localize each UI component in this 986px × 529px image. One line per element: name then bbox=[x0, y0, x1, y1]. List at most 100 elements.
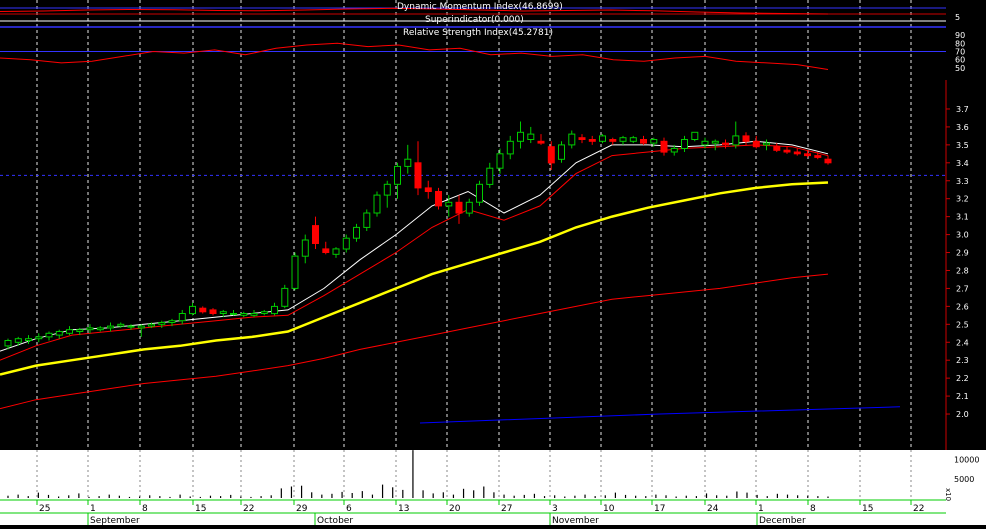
candle-body bbox=[660, 140, 668, 153]
candle-body bbox=[506, 140, 514, 155]
price-tick-label: 2.4 bbox=[956, 338, 969, 347]
day-tick-label: 24 bbox=[707, 504, 719, 514]
day-tick-label: 13 bbox=[398, 504, 409, 514]
month-tick-label: November bbox=[552, 516, 599, 525]
candle-body bbox=[127, 325, 135, 328]
candle-body bbox=[199, 307, 207, 313]
candle-body bbox=[66, 329, 73, 334]
candle-body bbox=[435, 191, 442, 207]
volume-panel-bg bbox=[0, 450, 946, 500]
day-tick-label: 25 bbox=[39, 504, 50, 514]
candle-body bbox=[25, 338, 32, 342]
candle-body bbox=[547, 146, 555, 164]
candle-body bbox=[650, 139, 658, 144]
candle-body bbox=[537, 140, 545, 144]
candle-body bbox=[45, 332, 53, 338]
volume-tick-label: 10000 bbox=[954, 456, 979, 465]
candle-body bbox=[260, 311, 268, 315]
candle-body bbox=[609, 139, 617, 142]
candle-body bbox=[158, 322, 166, 325]
candle-body bbox=[14, 338, 22, 343]
candle-body bbox=[373, 194, 381, 214]
candle-body bbox=[4, 340, 12, 347]
candle-body bbox=[496, 153, 504, 169]
price-tick-label: 3.6 bbox=[956, 123, 969, 132]
candle-body bbox=[691, 131, 699, 141]
candle-body bbox=[96, 327, 104, 331]
candle-body bbox=[342, 237, 350, 250]
candle-body bbox=[773, 146, 781, 151]
candle-body bbox=[76, 329, 84, 333]
rsi-label: Relative Strength Index(45.2781) bbox=[403, 28, 553, 38]
candle-body bbox=[353, 226, 360, 239]
candle-body bbox=[117, 323, 125, 327]
day-tick-label: 15 bbox=[195, 504, 206, 514]
price-tick-label: 2.7 bbox=[956, 284, 969, 293]
price-tick-label: 3.0 bbox=[956, 231, 969, 240]
candle-body bbox=[517, 131, 524, 142]
price-tick-label: 3.2 bbox=[956, 195, 969, 204]
dmi-tick-label: 5 bbox=[955, 13, 960, 22]
candle-body bbox=[804, 153, 811, 157]
candle-body bbox=[465, 201, 473, 214]
day-tick-label: 27 bbox=[501, 504, 512, 514]
month-tick-label: December bbox=[759, 516, 806, 525]
day-tick-label: 10 bbox=[603, 504, 615, 514]
candle-body bbox=[107, 325, 114, 329]
day-tick-label: 8 bbox=[810, 504, 816, 514]
candle-body bbox=[148, 323, 155, 327]
day-tick-label: 15 bbox=[862, 504, 873, 514]
candle-body bbox=[322, 248, 330, 253]
candle-body bbox=[312, 225, 319, 245]
candle-body bbox=[281, 287, 289, 307]
candle-body bbox=[209, 309, 217, 314]
candle-body bbox=[640, 139, 647, 144]
candle-body bbox=[732, 135, 740, 146]
day-tick-label: 22 bbox=[243, 504, 254, 514]
rsi-tick-label: 50 bbox=[955, 64, 965, 73]
price-tick-label: 2.8 bbox=[956, 267, 969, 276]
candle-body bbox=[763, 142, 770, 146]
day-tick-label: 22 bbox=[913, 504, 924, 514]
volume-unit-label: x10 bbox=[944, 488, 952, 501]
candle-body bbox=[588, 139, 596, 142]
price-tick-label: 2.2 bbox=[956, 374, 969, 383]
candle-body bbox=[629, 137, 637, 142]
price-tick-label: 2.5 bbox=[956, 320, 969, 329]
day-tick-label: 3 bbox=[552, 504, 558, 514]
day-tick-label: 1 bbox=[90, 504, 96, 514]
candle-body bbox=[722, 142, 729, 146]
candle-body bbox=[168, 320, 176, 324]
candle-body bbox=[558, 144, 565, 160]
price-tick-label: 3.4 bbox=[956, 159, 969, 168]
candle-body bbox=[783, 149, 791, 153]
dmi-label: Dynamic Momentum Index(46.8699) bbox=[397, 2, 563, 12]
candle-body bbox=[711, 140, 719, 144]
day-tick-label: 20 bbox=[449, 504, 461, 514]
day-tick-label: 29 bbox=[296, 504, 308, 514]
price-tick-label: 3.1 bbox=[956, 213, 969, 222]
candle-body bbox=[527, 133, 535, 141]
price-tick-label: 3.7 bbox=[956, 105, 969, 114]
candle-body bbox=[178, 313, 186, 322]
price-tick-label: 2.3 bbox=[956, 356, 969, 365]
day-tick-label: 17 bbox=[654, 504, 665, 514]
candle-body bbox=[599, 135, 606, 142]
candle-body bbox=[230, 313, 237, 315]
candle-body bbox=[86, 327, 94, 331]
candle-body bbox=[291, 255, 299, 289]
month-tick-label: September bbox=[90, 516, 140, 525]
price-tick-label: 2.9 bbox=[956, 249, 969, 258]
candle-body bbox=[394, 165, 401, 185]
stock-chart: 908070605053.73.63.53.43.33.23.13.02.92.… bbox=[0, 0, 986, 526]
candle-body bbox=[619, 137, 627, 142]
candle-body bbox=[701, 140, 709, 146]
candle-body bbox=[35, 336, 43, 340]
candle-body bbox=[424, 187, 432, 192]
candle-body bbox=[455, 201, 463, 214]
candle-body bbox=[332, 248, 340, 255]
candle-body bbox=[301, 239, 309, 257]
price-panel-bg bbox=[0, 0, 946, 450]
candle-body bbox=[250, 313, 258, 316]
candle-body bbox=[189, 305, 196, 315]
